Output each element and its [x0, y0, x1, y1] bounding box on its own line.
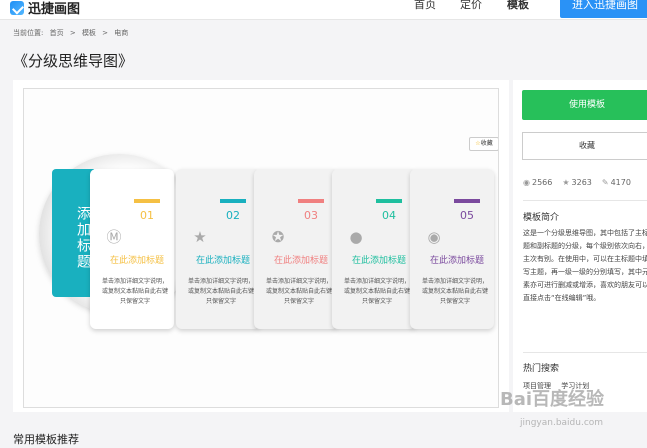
logo-icon — [10, 0, 24, 15]
branch-card-5: 05 ◉ 在此添加标题 单击添加详细文字说明，或复制文本黏贴自此右键只保留文字 — [410, 169, 494, 329]
intro-text: 这是一个分级思维导图，其中包括了主标题和副标题的分级，每个级别依次向右，主次有别… — [523, 229, 647, 302]
branch-number: 01 — [140, 209, 154, 222]
views-stat: ◉ 2566 — [523, 178, 552, 187]
divider — [523, 200, 647, 201]
logo-text: 迅捷画图 — [28, 2, 81, 17]
edits-stat: ✎ 4170 — [602, 178, 631, 187]
template-preview-panel: ☆收藏 添加标题 01 Ⓜ 在此添加标题 单击添加详细文字说明，或复制文本黏贴自… — [13, 80, 509, 412]
favorite-tag[interactable]: ☆收藏 — [469, 137, 498, 151]
edits-count: 4170 — [610, 178, 631, 187]
use-template-button[interactable]: 使用模板 — [522, 90, 647, 120]
branch-card-4: 04 ● 在此添加标题 单击添加详细文字说明，或复制文本黏贴自此右键只保留文字 — [332, 169, 416, 329]
star-icon: ★ — [562, 178, 570, 187]
template-preview-canvas[interactable]: ☆收藏 添加标题 01 Ⓜ 在此添加标题 单击添加详细文字说明，或复制文本黏贴自… — [23, 88, 499, 408]
nav-pricing[interactable]: 定价 — [460, 0, 482, 12]
wechat-icon: ● — [349, 228, 363, 246]
eye-icon: ◉ — [523, 178, 530, 187]
branch-title: 在此添加标题 — [429, 256, 484, 266]
weibo-icon: ◉ — [427, 228, 441, 246]
edit-icon: ✎ — [601, 178, 609, 187]
watermark-url: jingyan.baidu.com — [520, 418, 604, 428]
accent-bar — [134, 199, 160, 203]
page-title: 《分级思维导图》 — [13, 52, 134, 70]
branch-card-2: 02 ★ 在此添加标题 单击添加详细文字说明，或复制文本黏贴自此右键只保留文字 — [176, 169, 260, 329]
likes-count: 3263 — [571, 178, 592, 187]
accent-bar — [376, 199, 402, 203]
badge-icon: ✪ — [271, 228, 285, 246]
main-topic-label: 添加标题 — [52, 169, 94, 297]
breadcrumb-templates[interactable]: 模板 — [82, 29, 96, 37]
branch-text: 单击添加详细文字说明，或复制文本黏贴自此右键只保留文字 — [187, 278, 254, 305]
breadcrumb-prefix: 当前位置: — [13, 29, 44, 37]
watermark-logo: Bai百度经验 — [500, 389, 605, 410]
favorite-button[interactable]: 收藏 — [522, 132, 647, 160]
branch-text: 单击添加详细文字说明，或复制文本黏贴自此右键只保留文字 — [343, 278, 410, 305]
breadcrumb-separator: > — [102, 29, 109, 37]
accent-bar — [298, 199, 324, 203]
branch-number: 05 — [460, 209, 474, 222]
accent-bar — [454, 199, 480, 203]
divider — [523, 352, 647, 353]
hot-search-title: 热门搜索 — [523, 364, 560, 374]
template-sidebar: 使用模板 收藏 ◉ 2566 ★ 3263 ✎ 4170 模板简介 这是一个分级思维导… — [513, 80, 647, 412]
top-nav-bar: 迅捷画图 首页 定价 模板 进入迅捷画图 — [0, 0, 647, 20]
branch-number: 04 — [382, 209, 396, 222]
star-icon: ★ — [193, 228, 207, 246]
branch-card-3: 03 ✪ 在此添加标题 单击添加详细文字说明，或复制文本黏贴自此右键只保留文字 — [254, 169, 338, 329]
intro-title: 模板简介 — [523, 213, 560, 223]
accent-bar — [220, 199, 246, 203]
mi-icon: Ⓜ — [106, 228, 122, 246]
breadcrumb: 当前位置: 首页 > 模板 > 电商 — [13, 28, 132, 38]
recommended-templates-title: 常用模板推荐 — [13, 433, 79, 446]
branch-title: 在此添加标题 — [109, 256, 164, 266]
enter-app-button[interactable]: 进入迅捷画图 — [560, 0, 647, 18]
branch-title: 在此添加标题 — [351, 256, 406, 266]
branch-number: 02 — [226, 209, 240, 222]
branch-text: 单击添加详细文字说明，或复制文本黏贴自此右键只保留文字 — [265, 278, 332, 305]
branch-text: 单击添加详细文字说明，或复制文本黏贴自此右键只保留文字 — [421, 278, 488, 305]
nav-home[interactable]: 首页 — [414, 0, 436, 12]
likes-stat: ★ 3263 — [562, 178, 592, 187]
branch-title: 在此添加标题 — [195, 256, 250, 266]
branch-card-1: 01 Ⓜ 在此添加标题 单击添加详细文字说明，或复制文本黏贴自此右键只保留文字 — [90, 169, 174, 329]
nav-templates[interactable]: 模板 — [507, 0, 529, 12]
branch-text: 单击添加详细文字说明，或复制文本黏贴自此右键只保留文字 — [101, 278, 168, 305]
breadcrumb-home[interactable]: 首页 — [50, 29, 64, 37]
branch-title: 在此添加标题 — [273, 256, 328, 266]
breadcrumb-separator: > — [69, 29, 76, 37]
breadcrumb-ecommerce[interactable]: 电商 — [114, 29, 128, 37]
views-count: 2566 — [531, 178, 553, 187]
branch-number: 03 — [304, 209, 318, 222]
template-stats: ◉ 2566 ★ 3263 ✎ 4170 — [523, 178, 631, 187]
logo[interactable]: 迅捷画图 — [10, 0, 80, 17]
favorite-tag-label: 收藏 — [480, 140, 493, 147]
